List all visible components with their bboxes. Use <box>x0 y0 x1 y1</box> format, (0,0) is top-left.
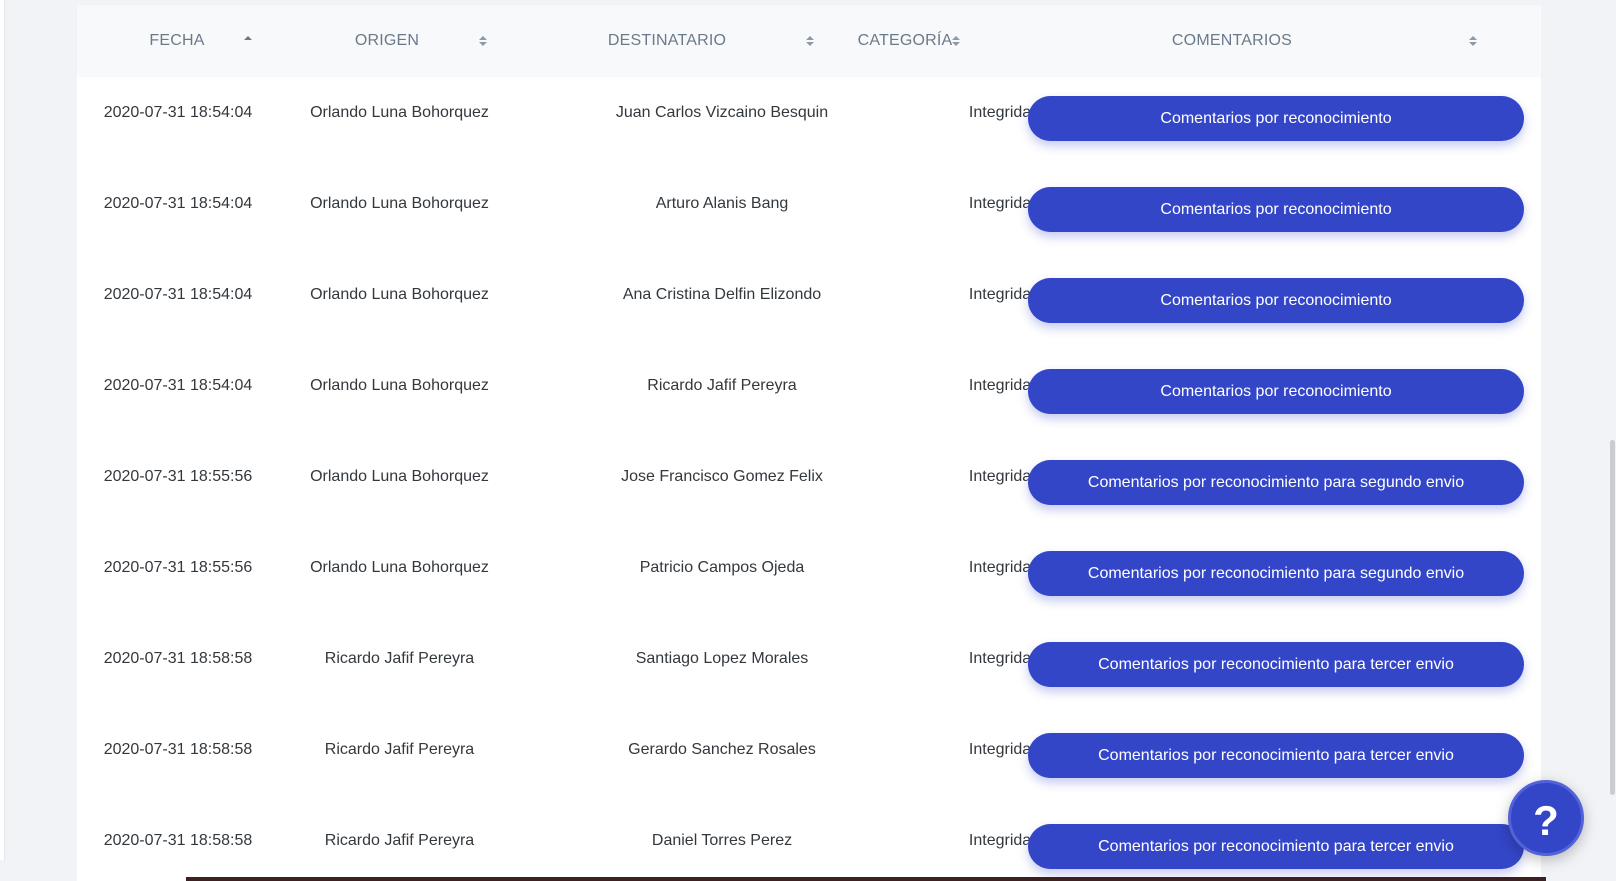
cell-destinatario: Jose Francisco Gomez Felix <box>621 468 823 485</box>
header-fecha-label: FECHA <box>149 32 205 49</box>
cell-destinatario: Ricardo Jafif Pereyra <box>647 377 797 394</box>
cell-origen: Ricardo Jafif Pereyra <box>324 741 475 758</box>
table-row: 2020-07-31 18:54:04 Orlando Luna Bohorqu… <box>77 77 1541 171</box>
comments-button[interactable]: Comentarios por reconocimiento para terc… <box>1028 733 1524 778</box>
comments-button[interactable]: Comentarios por reconocimiento para terc… <box>1028 824 1524 869</box>
table-row: 2020-07-31 18:54:04 Orlando Luna Bohorqu… <box>77 168 1541 262</box>
header-origen[interactable]: ORIGEN <box>297 5 477 77</box>
table-row: 2020-07-31 18:58:58 Ricardo Jafif Pereyr… <box>77 805 1541 881</box>
header-origen-label: ORIGEN <box>354 32 420 49</box>
recognitions-table: FECHA ORIGEN DESTINATARIO CATEGORÍA COME… <box>77 5 1541 881</box>
page-viewport: FECHA ORIGEN DESTINATARIO CATEGORÍA COME… <box>0 0 1616 881</box>
cell-fecha: 2020-07-31 18:55:56 <box>103 559 253 576</box>
cell-fecha: 2020-07-31 18:58:58 <box>103 832 253 849</box>
cell-fecha: 2020-07-31 18:58:58 <box>103 741 253 758</box>
header-destinatario-label: DESTINATARIO <box>607 32 727 49</box>
cell-fecha: 2020-07-31 18:54:04 <box>103 104 253 121</box>
comments-button[interactable]: Comentarios por reconocimiento <box>1028 187 1524 232</box>
table-row: 2020-07-31 18:55:56 Orlando Luna Bohorqu… <box>77 532 1541 626</box>
table-header: FECHA ORIGEN DESTINATARIO CATEGORÍA COME… <box>77 5 1541 78</box>
table-row: 2020-07-31 18:58:58 Ricardo Jafif Pereyr… <box>77 714 1541 808</box>
comments-button[interactable]: Comentarios por reconocimiento para terc… <box>1028 642 1524 687</box>
header-comentarios-label: COMENTARIOS <box>1171 32 1293 49</box>
cell-destinatario: Patricio Campos Ojeda <box>639 559 805 576</box>
table-row: 2020-07-31 18:54:04 Orlando Luna Bohorqu… <box>77 350 1541 444</box>
sort-unsorted-icon[interactable] <box>1468 33 1478 49</box>
comments-button[interactable]: Comentarios por reconocimiento para segu… <box>1028 551 1524 596</box>
cell-destinatario: Arturo Alanis Bang <box>655 195 789 212</box>
cell-origen: Orlando Luna Bohorquez <box>310 104 489 121</box>
cell-origen: Orlando Luna Bohorquez <box>310 559 489 576</box>
help-button[interactable]: ? <box>1508 780 1584 856</box>
comments-button[interactable]: Comentarios por reconocimiento <box>1028 96 1524 141</box>
cell-origen: Ricardo Jafif Pereyra <box>324 832 475 849</box>
header-comentarios[interactable]: COMENTARIOS <box>1117 5 1347 77</box>
cell-destinatario: Daniel Torres Perez <box>651 832 793 849</box>
header-destinatario[interactable]: DESTINATARIO <box>557 5 777 77</box>
cell-destinatario: Juan Carlos Vizcaino Besquin <box>615 104 829 121</box>
comments-button[interactable]: Comentarios por reconocimiento <box>1028 278 1524 323</box>
bottom-edge-bar <box>186 877 1546 881</box>
table-row: 2020-07-31 18:55:56 Orlando Luna Bohorqu… <box>77 441 1541 535</box>
sort-unsorted-icon[interactable] <box>951 33 961 49</box>
cell-fecha: 2020-07-31 18:55:56 <box>103 468 253 485</box>
sort-unsorted-icon[interactable] <box>478 33 488 49</box>
sort-ascending-icon[interactable] <box>243 33 253 49</box>
cell-origen: Orlando Luna Bohorquez <box>310 195 489 212</box>
cell-fecha: 2020-07-31 18:54:04 <box>103 377 253 394</box>
question-mark-icon: ? <box>1533 797 1559 844</box>
cell-fecha: 2020-07-31 18:54:04 <box>103 286 253 303</box>
header-categoria-label: CATEGORÍA <box>857 32 953 49</box>
comments-button[interactable]: Comentarios por reconocimiento para segu… <box>1028 460 1524 505</box>
cell-origen: Orlando Luna Bohorquez <box>310 377 489 394</box>
cell-destinatario: Santiago Lopez Morales <box>635 650 809 667</box>
cell-origen: Orlando Luna Bohorquez <box>310 468 489 485</box>
table-row: 2020-07-31 18:54:04 Orlando Luna Bohorqu… <box>77 259 1541 353</box>
cell-fecha: 2020-07-31 18:58:58 <box>103 650 253 667</box>
header-categoria[interactable]: CATEGORÍA <box>855 5 955 77</box>
cell-fecha: 2020-07-31 18:54:04 <box>103 195 253 212</box>
scrollbar-thumb[interactable] <box>1610 440 1615 795</box>
cell-destinatario: Gerardo Sanchez Rosales <box>628 741 816 758</box>
cell-destinatario: Ana Cristina Delfin Elizondo <box>622 286 822 303</box>
comments-button[interactable]: Comentarios por reconocimiento <box>1028 369 1524 414</box>
cell-origen: Ricardo Jafif Pereyra <box>324 650 475 667</box>
scrollbar-track[interactable] <box>1608 0 1616 881</box>
table-row: 2020-07-31 18:58:58 Ricardo Jafif Pereyr… <box>77 623 1541 717</box>
left-panel-edge <box>0 0 5 860</box>
cell-origen: Orlando Luna Bohorquez <box>310 286 489 303</box>
sort-unsorted-icon[interactable] <box>805 33 815 49</box>
